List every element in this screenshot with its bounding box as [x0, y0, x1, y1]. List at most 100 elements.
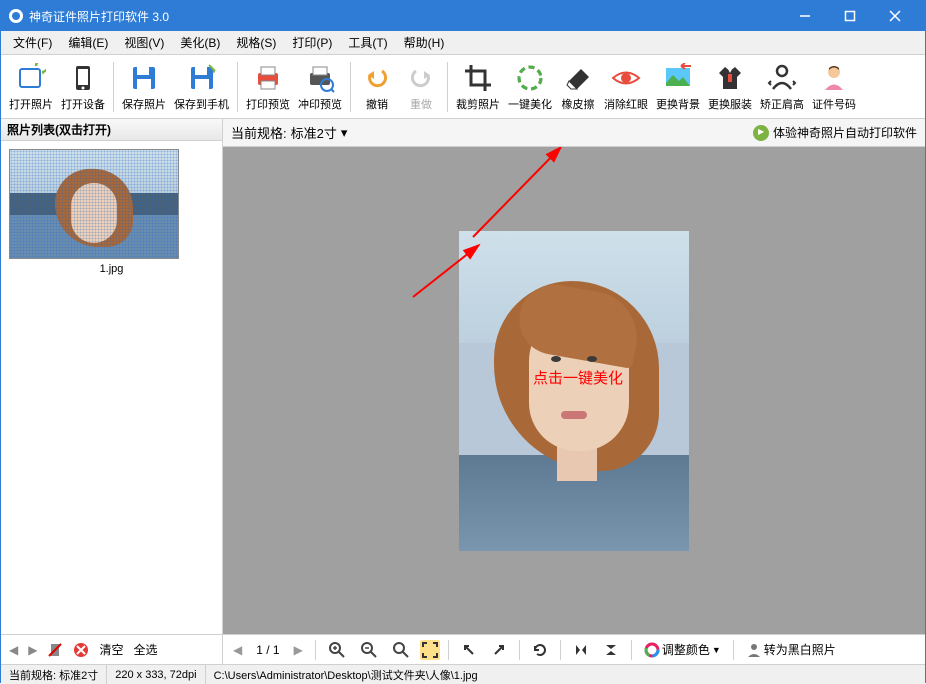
tool-label: 更换服装 [708, 96, 752, 112]
open-device-icon [67, 62, 99, 94]
redeye-button[interactable]: 消除红眼 [600, 58, 652, 116]
chevron-down-icon: ▾ [341, 125, 348, 141]
thumbnail-name: 1.jpg [9, 263, 214, 275]
remove-button[interactable] [69, 640, 93, 660]
status-path: C:\Users\Administrator\Desktop\测试文件夹\人像\… [206, 665, 925, 684]
photo-list: 1.jpg [1, 141, 222, 634]
menu-7[interactable]: 帮助(H) [396, 32, 453, 53]
eraser-button[interactable]: 橡皮擦 [556, 58, 600, 116]
promo-link[interactable]: 体验神奇照片自动打印软件 [753, 124, 917, 141]
redo-icon [405, 62, 437, 94]
eraser-icon [562, 62, 594, 94]
tool-label: 消除红眼 [604, 96, 648, 112]
print-preview-icon [252, 62, 284, 94]
toolbar: 打开照片打开设备 保存照片保存到手机 打印预览冲印预览 撤销 重做 裁剪照片一键美化橡皮擦… [1, 55, 925, 119]
minimize-button[interactable] [782, 1, 827, 31]
status-spec: 当前规格: 标准2寸 [1, 665, 107, 684]
status-dim: 220 x 333, 72dpi [107, 665, 205, 684]
tool-label: 证件号码 [812, 96, 856, 112]
zoom-out-button[interactable] [356, 639, 382, 661]
fullscreen-button[interactable] [420, 640, 440, 660]
select-all-button[interactable]: 全选 [129, 639, 161, 660]
tool-label: 重做 [410, 96, 432, 112]
flip-v-button[interactable] [599, 640, 623, 660]
tool-label: 打开设备 [61, 96, 105, 112]
spec-bar: 当前规格: 标准2寸 ▾ 体验神奇照片自动打印软件 [223, 119, 925, 147]
change-clothes-button[interactable]: 更换服装 [704, 58, 756, 116]
menu-3[interactable]: 美化(B) [172, 32, 228, 53]
move-right-button[interactable]: ▶ [24, 641, 41, 659]
undo-button[interactable]: 撤销 [355, 58, 399, 116]
tool-label: 冲印预览 [298, 96, 342, 112]
crop-button[interactable]: 裁剪照片 [452, 58, 504, 116]
color-adjust-button[interactable]: 调整颜色 ▼ [640, 639, 725, 660]
redeye-icon [610, 62, 642, 94]
list-item[interactable]: 1.jpg [9, 149, 214, 275]
shoulder-button[interactable]: 矫正肩高 [756, 58, 808, 116]
reset-button[interactable] [528, 640, 552, 660]
save-photo-icon [128, 62, 160, 94]
tool-label: 打印预览 [246, 96, 290, 112]
menu-4[interactable]: 规格(S) [228, 32, 284, 53]
menu-6[interactable]: 工具(T) [340, 32, 395, 53]
maximize-button[interactable] [827, 1, 872, 31]
close-button[interactable] [872, 1, 917, 31]
menu-0[interactable]: 文件(F) [5, 32, 60, 53]
zoom-in-button[interactable] [324, 639, 350, 661]
save-to-phone-icon [186, 62, 218, 94]
titlebar: 神奇证件照片打印软件 3.0 [1, 1, 925, 31]
spec-dropdown[interactable]: 标准2寸 ▾ [291, 123, 348, 142]
stamp-preview-icon [304, 62, 336, 94]
tool-label: 撤销 [366, 96, 388, 112]
tool-label: 保存照片 [122, 96, 166, 112]
id-number-button[interactable]: 证件号码 [808, 58, 860, 116]
open-device-button[interactable]: 打开设备 [57, 58, 109, 116]
window-title: 神奇证件照片打印软件 3.0 [29, 8, 782, 25]
canvas: 点击一键美化 [223, 147, 925, 634]
tool-label: 更换背景 [656, 96, 700, 112]
statusbar: 当前规格: 标准2寸 220 x 333, 72dpi C:\Users\Adm… [1, 664, 925, 684]
print-preview-button[interactable]: 打印预览 [242, 58, 294, 116]
page-indicator: 1 / 1 [256, 643, 279, 657]
sidebar: 照片列表(双击打开) 1.jpg [1, 119, 223, 634]
app-icon [9, 9, 23, 23]
photo-preview[interactable] [459, 231, 689, 551]
flip-h-button[interactable] [569, 640, 593, 660]
tool-label: 保存到手机 [174, 96, 229, 112]
next-page-button[interactable]: ▶ [290, 641, 307, 659]
color-wheel-icon [644, 642, 660, 658]
zoom-fit-button[interactable] [388, 639, 414, 661]
chevron-down-icon: ▼ [712, 645, 721, 655]
stamp-preview-button[interactable]: 冲印预览 [294, 58, 346, 116]
prev-page-button[interactable]: ◀ [229, 641, 246, 659]
rotate-right-button[interactable] [487, 640, 511, 660]
tool-label: 橡皮擦 [562, 96, 595, 112]
menu-1[interactable]: 编辑(E) [60, 32, 116, 53]
menu-5[interactable]: 打印(P) [284, 32, 340, 53]
open-photo-button[interactable]: 打开照片 [5, 58, 57, 116]
undo-icon [361, 62, 393, 94]
id-number-icon [818, 62, 850, 94]
bottom-bar: ◀ ▶ 清空 全选 ◀ 1 / 1 ▶ 调整颜色 ▼ 转为黑白照片 [1, 634, 925, 664]
clear-button[interactable]: 清空 [95, 639, 127, 660]
thumbnail-image [9, 149, 179, 259]
change-bg-icon [662, 62, 694, 94]
tool-label: 一键美化 [508, 96, 552, 112]
open-photo-icon [15, 62, 47, 94]
save-to-phone-button[interactable]: 保存到手机 [170, 58, 233, 116]
spec-label: 当前规格: [231, 123, 287, 142]
beautify-button[interactable]: 一键美化 [504, 58, 556, 116]
redo-button[interactable]: 重做 [399, 58, 443, 116]
save-photo-button[interactable]: 保存照片 [118, 58, 170, 116]
play-icon [753, 125, 769, 141]
move-left-button[interactable]: ◀ [5, 641, 22, 659]
bw-button[interactable]: 转为黑白照片 [742, 639, 840, 660]
tool-label: 矫正肩高 [760, 96, 804, 112]
menu-2[interactable]: 视图(V) [116, 32, 172, 53]
change-bg-button[interactable]: 更换背景 [652, 58, 704, 116]
shoulder-icon [766, 62, 798, 94]
tool-label: 裁剪照片 [456, 96, 500, 112]
rotate-left-button[interactable] [457, 640, 481, 660]
delete-button[interactable] [43, 640, 67, 660]
tool-label: 打开照片 [9, 96, 53, 112]
